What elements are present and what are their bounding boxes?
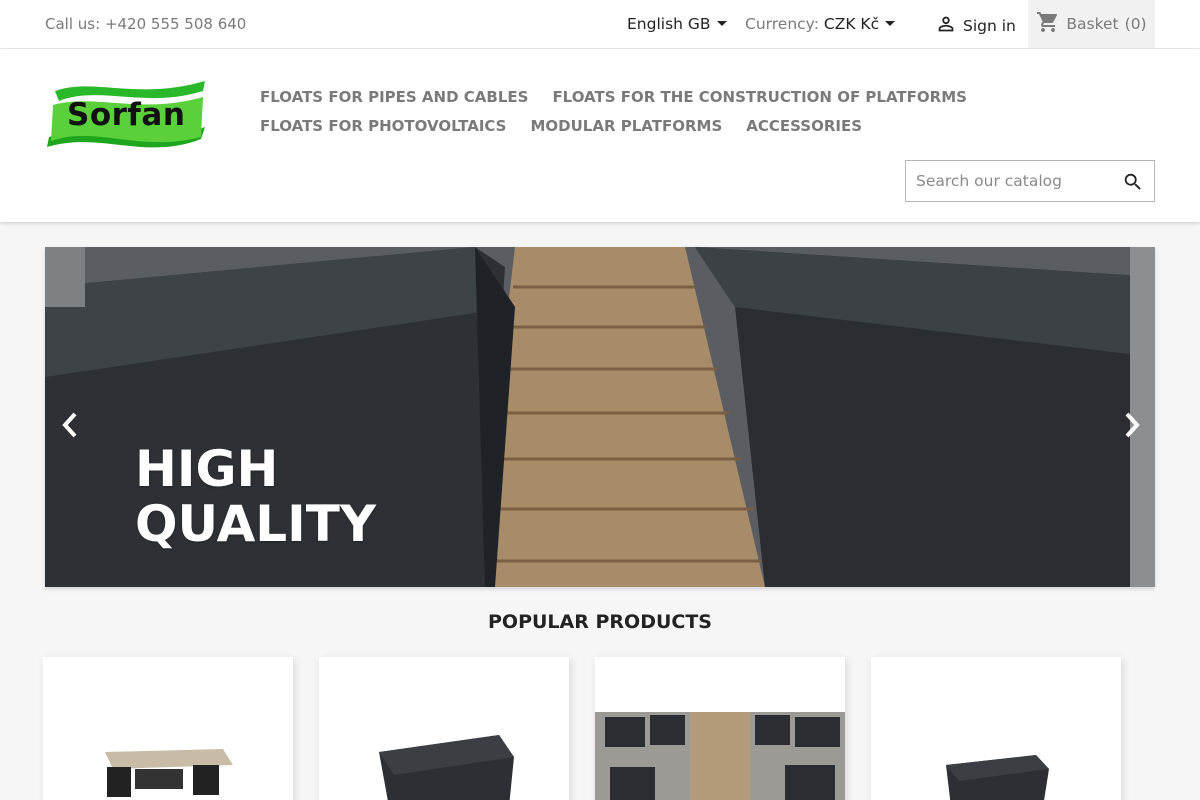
product-card[interactable] bbox=[595, 657, 845, 800]
product-card[interactable] bbox=[871, 657, 1121, 800]
phone-link[interactable]: +420 555 508 640 bbox=[105, 15, 246, 33]
site-logo[interactable]: Sorfan bbox=[45, 79, 207, 157]
carousel-next-button[interactable] bbox=[1117, 410, 1147, 440]
sign-in-link[interactable]: Sign in bbox=[935, 13, 1016, 39]
product-card[interactable] bbox=[319, 657, 569, 800]
product-card[interactable] bbox=[43, 657, 293, 800]
product-image bbox=[595, 712, 845, 800]
currency-label: Currency: bbox=[745, 15, 819, 33]
language-value: English GB bbox=[627, 15, 711, 33]
basket-button[interactable]: Basket (0) bbox=[1028, 0, 1155, 48]
slide-caption: High Quality bbox=[135, 442, 376, 552]
basket-count: (0) bbox=[1124, 15, 1147, 33]
logo-text: Sorfan bbox=[67, 97, 186, 133]
hero-carousel[interactable]: High Quality bbox=[45, 247, 1155, 587]
site-header: Sorfan Floats for pipes and cables Float… bbox=[0, 49, 1200, 222]
menu-item-modular-platforms[interactable]: Modular platforms bbox=[531, 117, 723, 135]
product-image bbox=[379, 735, 514, 800]
top-nav-bar: Call us: +420 555 508 640 English GB Cur… bbox=[0, 0, 1200, 49]
carousel-prev-button[interactable] bbox=[55, 410, 85, 440]
language-selector[interactable]: English GB bbox=[627, 15, 727, 33]
user-icon bbox=[935, 13, 957, 39]
search-icon[interactable] bbox=[1122, 166, 1144, 197]
search-box bbox=[905, 160, 1155, 202]
caret-down-icon bbox=[716, 21, 727, 26]
sign-in-label: Sign in bbox=[963, 17, 1016, 35]
product-image bbox=[946, 755, 1049, 800]
menu-item-platform-floats[interactable]: Floats for the construction of platforms bbox=[552, 88, 967, 106]
contact-info: Call us: +420 555 508 640 bbox=[45, 15, 246, 33]
shopping-cart-icon bbox=[1036, 10, 1060, 38]
main-menu: Floats for pipes and cables Floats for t… bbox=[260, 82, 967, 140]
call-label: Call us: bbox=[45, 15, 101, 33]
caption-line-2: Quality bbox=[135, 495, 377, 553]
chevron-right-icon bbox=[1125, 412, 1140, 438]
currency-selector[interactable]: Currency: CZK Kč bbox=[745, 15, 896, 33]
menu-item-pipes-cables[interactable]: Floats for pipes and cables bbox=[260, 88, 528, 106]
basket-label: Basket bbox=[1066, 15, 1119, 33]
search-input[interactable] bbox=[916, 172, 1122, 190]
caption-line-1: High bbox=[135, 440, 279, 498]
menu-item-photovoltaics[interactable]: Floats for photovoltaics bbox=[260, 117, 507, 135]
chevron-left-icon bbox=[62, 412, 77, 438]
menu-item-accessories[interactable]: Accessories bbox=[746, 117, 862, 135]
popular-products-title: Popular Products bbox=[488, 611, 712, 633]
caret-down-icon bbox=[885, 21, 896, 26]
product-image bbox=[105, 749, 233, 797]
currency-value: CZK Kč bbox=[823, 15, 880, 33]
